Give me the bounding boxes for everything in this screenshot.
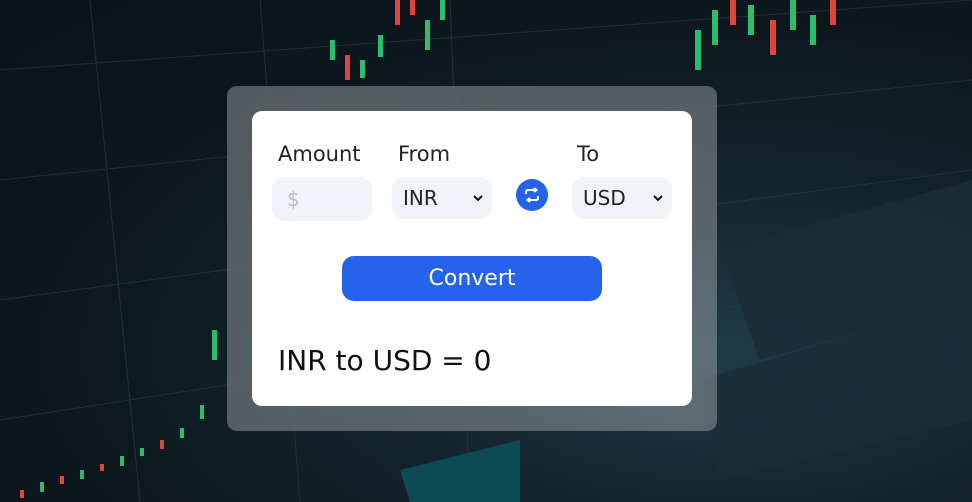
converter-card: Amount From To INR USD Convert INR to US… <box>252 111 692 406</box>
swap-currencies-button[interactable] <box>516 179 548 211</box>
amount-label: Amount <box>278 142 361 166</box>
swap-arrows-icon <box>525 187 539 203</box>
to-currency-select[interactable]: USD <box>572 177 672 219</box>
to-currency-value: USD <box>583 186 626 210</box>
to-label: To <box>577 142 600 166</box>
chevron-down-icon <box>473 195 483 202</box>
convert-button[interactable]: Convert <box>342 256 602 301</box>
amount-input[interactable] <box>272 177 372 221</box>
from-currency-select[interactable]: INR <box>392 177 492 219</box>
chevron-down-icon <box>653 195 663 202</box>
from-currency-value: INR <box>403 186 438 210</box>
conversion-result: INR to USD = 0 <box>278 344 492 377</box>
from-label: From <box>398 142 451 166</box>
